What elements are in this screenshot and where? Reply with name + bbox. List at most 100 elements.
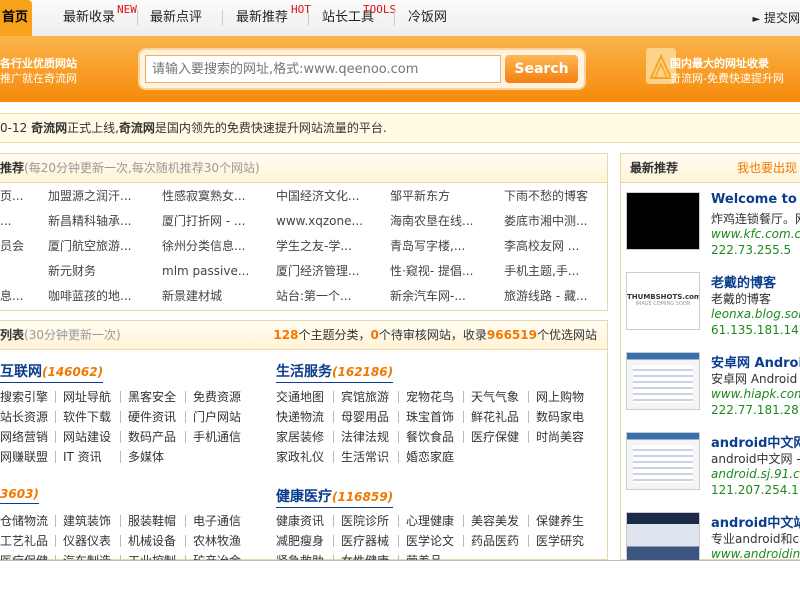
category-link[interactable]: 网址导航 [63,387,111,407]
recommend-link[interactable]: 新余汽车网-... [390,284,466,309]
category-link[interactable]: 减肥瘦身 [276,531,324,551]
category-link[interactable]: 珠宝首饰 [406,407,454,427]
category-link[interactable]: 多媒体 [128,447,164,467]
category-link[interactable]: 仓储物流 [0,511,48,531]
search-button[interactable]: Search [505,55,578,83]
category-link[interactable]: 工艺礼品 [0,531,48,551]
category-link[interactable]: 宾馆旅游 [341,387,389,407]
category-link[interactable]: 家居装修 [276,427,324,447]
site-title[interactable]: 安卓网 Android [711,352,800,371]
category-link[interactable]: 交通地图 [276,387,324,407]
category-link[interactable]: 免费资源 [193,387,241,407]
category-link[interactable]: 母婴用品 [341,407,389,427]
recommend-link[interactable]: 邹平新东方 [390,184,450,209]
category-link[interactable]: 数码家电 [536,407,584,427]
category-link[interactable]: 药品医药 [471,531,519,551]
recommend-link[interactable]: 员会 [0,234,24,259]
category-link[interactable]: 网上购物 [536,387,584,407]
search-input[interactable] [145,55,501,83]
recommend-link[interactable]: 新元财务 [48,259,96,284]
category-link[interactable]: 宠物花鸟 [406,387,454,407]
site-thumbnail[interactable] [626,192,700,250]
category-title[interactable]: 生活服务(162186) [276,361,394,383]
category-link[interactable]: 软件下载 [63,407,111,427]
category-link[interactable]: 手机通信 [193,427,241,447]
category-link[interactable]: 网站建设 [63,427,111,447]
category-title[interactable]: 健康医疗(116859) [276,486,394,508]
recommend-link[interactable]: 下雨不愁的博客 [504,184,588,209]
category-link[interactable]: 建筑装饰 [63,511,111,531]
want-listing-link[interactable]: 我也要出现 [737,154,797,182]
recommend-link[interactable]: 性·窥视- 提倡... [390,259,473,284]
recommend-link[interactable]: 手机主题,手... [504,259,579,284]
category-link[interactable]: 医学研究 [536,531,584,551]
tab-latest-added[interactable]: 最新收录 [63,0,115,36]
site-title[interactable]: android中文站| [711,512,800,531]
site-card[interactable]: android中文网 -android中文网 -android.sj.91.co… [626,432,800,504]
category-link[interactable]: 快递物流 [276,407,324,427]
category-link[interactable]: 鲜花礼品 [471,407,519,427]
category-link[interactable]: 医院诊所 [341,511,389,531]
recommend-link[interactable]: 厦门经济管理... [276,259,359,284]
category-link[interactable]: 门户网站 [193,407,241,427]
site-title[interactable]: 老戴的博客 [711,272,776,291]
recommend-link[interactable]: 厦门打折网 - ... [162,209,245,234]
site-card[interactable]: 安卓网 Android安卓网 Androidwww.hiapk.com222.7… [626,352,800,424]
category-link[interactable]: 保健养生 [536,511,584,531]
submit-site-link[interactable]: ► 提交网 [752,0,800,36]
tab-latest-reviews[interactable]: 最新点评 [150,0,202,36]
recommend-link[interactable]: 性感寂寞熟女... [162,184,245,209]
category-link[interactable]: 法律法规 [341,427,389,447]
category-link[interactable]: 网赚联盟 [0,447,48,467]
category-link[interactable]: 农林牧渔 [193,531,241,551]
site-thumbnail[interactable] [626,432,700,490]
category-link[interactable]: 餐饮食品 [406,427,454,447]
category-link[interactable]: 仪器仪表 [63,531,111,551]
category-link[interactable]: 电子通信 [193,511,241,531]
site-thumbnail[interactable]: THUMBSHOTS.com IMAGE COMING SOON [626,272,700,330]
recommend-link[interactable]: 青岛写字楼,... [390,234,465,259]
tab-home[interactable]: 首页 [0,0,33,36]
site-card[interactable]: THUMBSHOTS.com IMAGE COMING SOON 老戴的博客 老戴的博… [626,272,800,344]
notice-brand[interactable]: 奇流网 [119,121,155,135]
recommend-link[interactable]: 咖啡蓝孩的地... [48,284,131,309]
recommend-link[interactable]: www.xqzone... [276,209,363,234]
recommend-link[interactable]: 娄底市湘中测... [504,209,587,234]
recommend-link[interactable]: 李高校友网 ... [504,234,579,259]
recommend-link[interactable]: 学生之友-学... [276,234,352,259]
site-url[interactable]: android.sj.91.co [711,467,800,481]
category-title[interactable]: 互联网(146062) [0,361,104,383]
site-title[interactable]: Welcome to KF [711,192,800,207]
category-link[interactable]: 婚恋家庭 [406,447,454,467]
category-link[interactable]: 站长资源 [0,407,48,427]
category-link[interactable]: 医疗保健 [471,427,519,447]
recommend-link[interactable]: 中国经济文化... [276,184,359,209]
category-link[interactable]: 天气气象 [471,387,519,407]
tab-latest-recommend[interactable]: 最新推荐 [236,0,288,36]
recommend-link[interactable]: 页... [0,184,23,209]
category-link[interactable]: 机械设备 [128,531,176,551]
site-url[interactable]: leonxa.blog.soho [711,307,800,321]
recommend-link[interactable]: 旅游线路 - 藏... [504,284,587,309]
site-card[interactable]: Welcome to KF 炸鸡连锁餐厅。网www.kfc.com.cn 222.7… [626,192,800,264]
category-link[interactable]: 健康资讯 [276,511,324,531]
category-link[interactable]: 服装鞋帽 [128,511,176,531]
category-title[interactable]: 3603) [0,486,39,504]
site-thumbnail[interactable] [626,352,700,410]
recommend-link[interactable]: 新景建材城 [162,284,222,309]
category-link[interactable]: IT 资讯 [63,447,102,467]
category-link[interactable]: 黑客安全 [128,387,176,407]
category-name[interactable]: 生活服务 [276,364,332,380]
category-link[interactable]: 时尚美容 [536,427,584,447]
notice-brand[interactable]: 奇流网 [31,121,67,135]
category-link[interactable]: 医疗器械 [341,531,389,551]
recommend-link[interactable]: 海南农垦在线... [390,209,473,234]
recommend-link[interactable]: mlm passive... [162,259,249,284]
recommend-link[interactable]: 厦门航空旅游... [48,234,131,259]
category-link[interactable]: 医学论文 [406,531,454,551]
category-link[interactable]: 网络营销 [0,427,48,447]
category-link[interactable]: 家政礼仪 [276,447,324,467]
category-link[interactable]: 搜索引擎 [0,387,48,407]
site-url[interactable]: www.kfc.com.cn [711,227,800,241]
site-url[interactable]: www.hiapk.com [711,387,800,401]
